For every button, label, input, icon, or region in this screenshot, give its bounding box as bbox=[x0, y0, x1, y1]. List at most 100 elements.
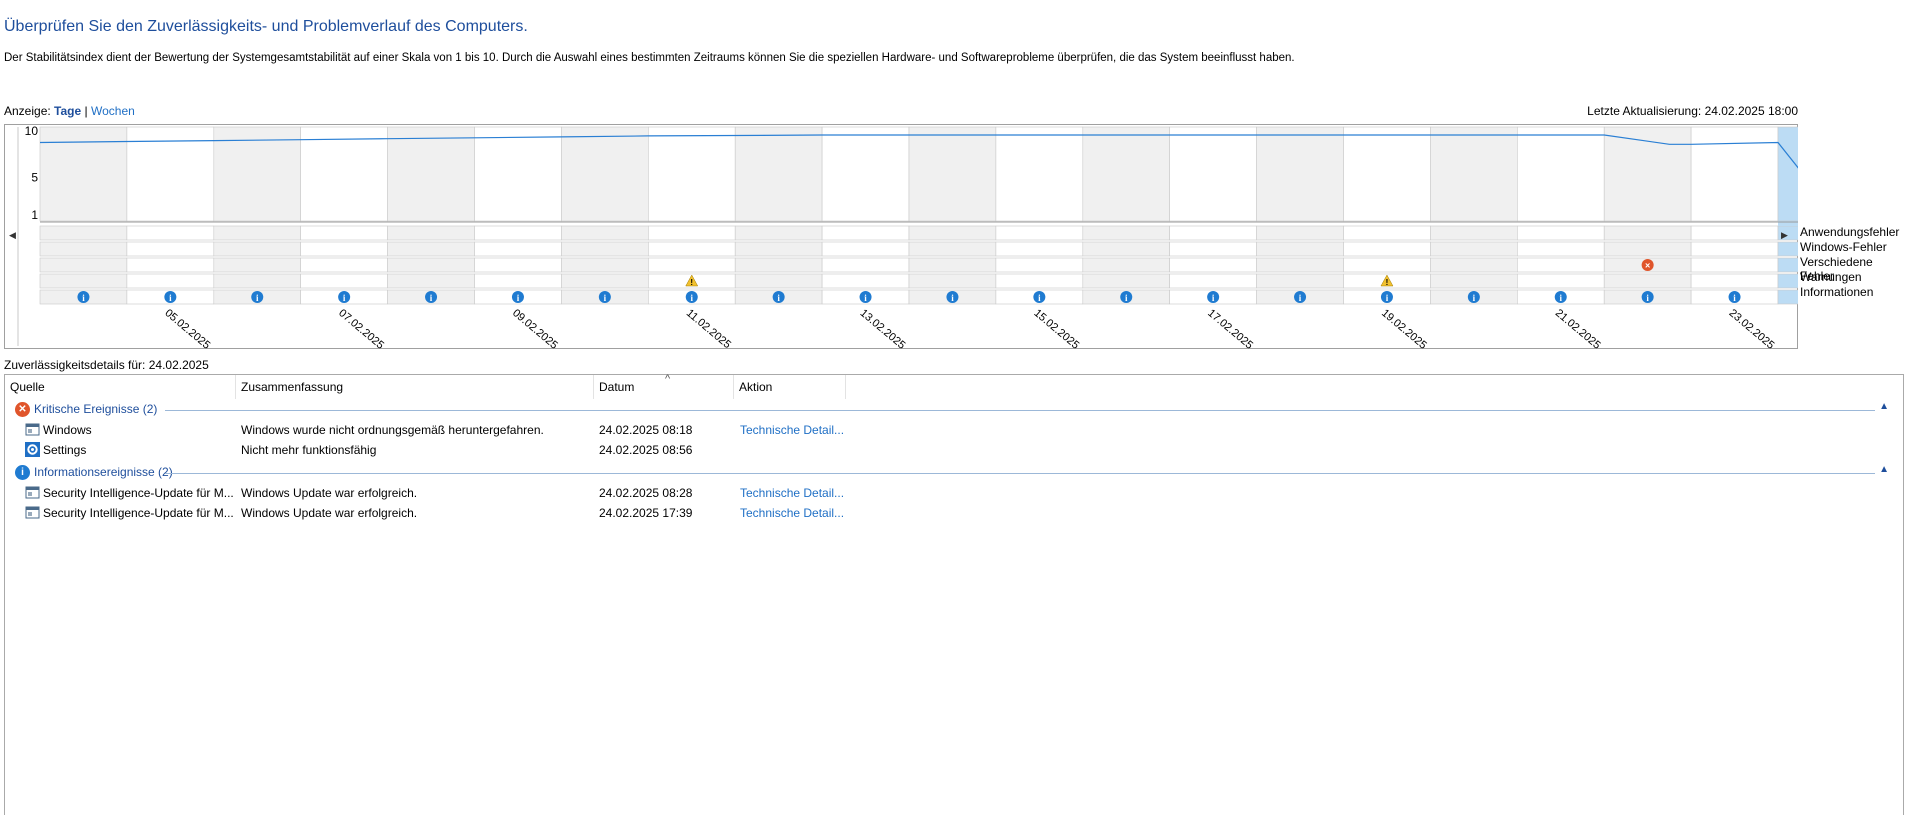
table-row[interactable]: Settings Nicht mehr funktionsfähig 24.02… bbox=[5, 440, 1901, 460]
day-column-top bbox=[1517, 126, 1605, 222]
day-event-cell bbox=[126, 241, 215, 257]
day-event-cell bbox=[821, 225, 910, 241]
row-source: Settings bbox=[43, 443, 87, 457]
day-event-cell bbox=[474, 273, 562, 289]
day-event-cell bbox=[647, 257, 736, 273]
table-row[interactable]: Security Intelligence-Update für M... Wi… bbox=[5, 503, 1901, 523]
scroll-left-icon[interactable]: ◀ bbox=[9, 230, 16, 241]
day-event-cell bbox=[1690, 257, 1779, 273]
day-event-cell bbox=[1603, 241, 1692, 257]
day-event-cell bbox=[126, 257, 215, 273]
day-event-cell bbox=[300, 225, 388, 241]
page-title: Überprüfen Sie den Zuverlässigkeits- und… bbox=[4, 18, 528, 35]
day-event-cell bbox=[1430, 225, 1518, 241]
y-tick-label: 5 bbox=[31, 171, 38, 185]
day-event-cell bbox=[300, 257, 388, 273]
column-header-action[interactable]: Aktion bbox=[734, 375, 846, 399]
row-summary: Windows wurde nicht ordnungsgemäß herunt… bbox=[241, 423, 544, 437]
day-event-cell bbox=[474, 257, 562, 273]
day-column-top bbox=[387, 126, 475, 222]
day-column-top bbox=[474, 126, 562, 222]
group-critical-events[interactable]: ✕ Kritische Ereignisse (2) ▲ bbox=[5, 399, 1901, 419]
table-row[interactable]: Windows Windows wurde nicht ordnungsgemä… bbox=[5, 420, 1901, 440]
reliability-chart[interactable]: 1051×××!!iiiiiiiiiiiiiiiiiiiii05.02.2025… bbox=[4, 124, 1798, 349]
technical-details-link[interactable]: Technische Detail... bbox=[740, 423, 844, 437]
row-source: Security Intelligence-Update für M... bbox=[43, 486, 234, 500]
table-row[interactable]: Security Intelligence-Update für M... Wi… bbox=[5, 483, 1901, 503]
day-column-top bbox=[213, 126, 302, 222]
day-event-cell bbox=[387, 241, 475, 257]
day-event-cell bbox=[1517, 241, 1605, 257]
scroll-right-icon[interactable]: ▶ bbox=[1781, 230, 1788, 241]
day-column-top bbox=[1256, 126, 1344, 222]
column-header-date[interactable]: Datum bbox=[594, 375, 734, 399]
collapse-icon[interactable]: ▲ bbox=[1879, 464, 1889, 475]
day-column-top bbox=[1690, 126, 1779, 222]
day-event-cell bbox=[39, 257, 128, 273]
day-event-cell bbox=[213, 241, 302, 257]
view-days-link[interactable]: Tage bbox=[54, 104, 81, 118]
day-event-cell bbox=[213, 257, 302, 273]
day-event-cell bbox=[995, 273, 1084, 289]
collapse-icon[interactable]: ▲ bbox=[1879, 401, 1889, 412]
day-event-cell bbox=[647, 241, 736, 257]
day-event-cell bbox=[908, 257, 997, 273]
row-source: Security Intelligence-Update für M... bbox=[43, 506, 234, 520]
day-event-cell bbox=[561, 273, 649, 289]
day-event-cell bbox=[1430, 273, 1518, 289]
view-switcher: Anzeige: Tage | Wochen bbox=[4, 104, 135, 118]
day-event-cell bbox=[561, 225, 649, 241]
day-event-cell bbox=[1603, 225, 1692, 241]
y-tick-label: 10 bbox=[25, 124, 39, 138]
day-event-cell bbox=[995, 241, 1084, 257]
day-event-cell bbox=[908, 273, 997, 289]
day-event-cell bbox=[734, 225, 823, 241]
reliability-chart-svg: 1051×××!!iiiiiiiiiiiiiiiiiiiii05.02.2025… bbox=[4, 124, 1798, 349]
day-event-cell bbox=[1690, 241, 1779, 257]
row-summary: Windows Update war erfolgreich. bbox=[241, 486, 418, 500]
row-date: 24.02.2025 17:39 bbox=[599, 506, 693, 520]
day-event-cell bbox=[995, 225, 1084, 241]
day-column-top bbox=[734, 126, 823, 222]
error-icon-glyph: × bbox=[1645, 261, 1650, 271]
group-label: Kritische Ereignisse (2) bbox=[34, 402, 158, 416]
day-column-top bbox=[1430, 126, 1518, 222]
legend-information: Informationen bbox=[1800, 285, 1874, 299]
day-event-cell bbox=[1777, 257, 1798, 273]
day-event-cell bbox=[821, 257, 910, 273]
row-summary: Nicht mehr funktionsfähig bbox=[241, 443, 377, 457]
day-event-cell bbox=[300, 273, 388, 289]
row-summary: Windows Update war erfolgreich. bbox=[241, 506, 418, 520]
group-information-events[interactable]: i Informationsereignisse (2) ▲ bbox=[5, 462, 1901, 482]
day-event-cell bbox=[387, 225, 475, 241]
sort-ascending-icon: ^ bbox=[665, 373, 671, 385]
column-header-summary[interactable]: Zusammenfassung bbox=[236, 375, 594, 399]
technical-details-link[interactable]: Technische Detail... bbox=[740, 506, 844, 520]
day-event-cell bbox=[1169, 241, 1257, 257]
day-event-cell bbox=[1690, 225, 1779, 241]
day-event-cell bbox=[561, 241, 649, 257]
day-event-cell bbox=[821, 241, 910, 257]
day-event-cell bbox=[1256, 273, 1344, 289]
group-label: Informationsereignisse (2) bbox=[34, 465, 173, 479]
day-event-cell bbox=[1517, 225, 1605, 241]
technical-details-link[interactable]: Technische Detail... bbox=[740, 486, 844, 500]
day-column-top bbox=[995, 126, 1084, 222]
day-column-top bbox=[1169, 126, 1257, 222]
day-event-cell bbox=[647, 225, 736, 241]
day-event-cell bbox=[1256, 241, 1344, 257]
day-event-cell bbox=[1082, 225, 1171, 241]
column-header-source[interactable]: Quelle bbox=[5, 375, 236, 399]
day-column-top bbox=[908, 126, 997, 222]
y-tick-label: 1 bbox=[31, 208, 38, 222]
view-weeks-link[interactable]: Wochen bbox=[91, 104, 135, 118]
view-prefix: Anzeige: bbox=[4, 104, 51, 118]
day-column-top bbox=[1777, 126, 1798, 222]
day-event-cell bbox=[1169, 257, 1257, 273]
day-event-cell bbox=[300, 241, 388, 257]
day-event-cell bbox=[39, 225, 128, 241]
group-divider bbox=[165, 473, 1875, 474]
day-event-cell bbox=[1777, 289, 1798, 305]
details-label: Zuverlässigkeitsdetails für: 24.02.2025 bbox=[4, 358, 209, 372]
day-event-cell bbox=[39, 273, 128, 289]
